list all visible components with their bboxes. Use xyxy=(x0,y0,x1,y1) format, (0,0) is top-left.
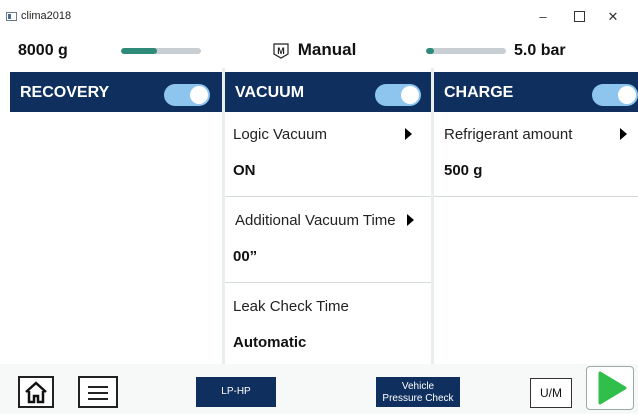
leak-check-time-label: Leak Check Time xyxy=(233,298,349,315)
window-title: clima2018 xyxy=(21,10,72,22)
close-button[interactable]: ✕ xyxy=(600,6,626,28)
vacuum-title: VACUUM xyxy=(235,84,305,101)
home-button[interactable] xyxy=(18,376,54,408)
arrow-right-icon xyxy=(405,128,412,140)
vacuum-header: VACUUM xyxy=(225,72,431,112)
vacuum-toggle[interactable] xyxy=(375,84,421,106)
svg-text:M: M xyxy=(277,46,285,56)
lp-hp-button[interactable]: LP-HP xyxy=(196,377,276,407)
arrow-right-icon xyxy=(620,128,627,140)
logic-vacuum-value: ON xyxy=(233,162,256,179)
manifold-m-icon: M xyxy=(273,42,289,59)
recovery-header: RECOVERY xyxy=(10,72,222,112)
charge-title: CHARGE xyxy=(444,84,514,101)
leak-check-time-item[interactable]: Leak Check Time Automatic xyxy=(225,284,431,364)
additional-vacuum-time-label: Additional Vacuum Time xyxy=(235,212,396,229)
pressure-level-fill xyxy=(426,48,434,54)
refrigerant-amount-value: 500 g xyxy=(444,162,483,179)
maximize-icon xyxy=(573,11,585,23)
logic-vacuum-item[interactable]: Logic Vacuum ON xyxy=(225,112,431,196)
app-window-icon xyxy=(6,12,17,21)
refrigerant-amount-item[interactable]: Refrigerant amount 500 g xyxy=(434,112,638,196)
minimize-button[interactable]: – xyxy=(530,6,556,28)
toggle-knob xyxy=(618,86,636,104)
hamburger-icon xyxy=(88,386,108,404)
leak-check-time-value: Automatic xyxy=(233,334,307,351)
recovery-panel: RECOVERY xyxy=(10,68,222,364)
window-titlebar: clima2018 – ✕ xyxy=(0,0,638,30)
maximize-button[interactable] xyxy=(566,6,592,28)
divider xyxy=(225,196,431,197)
additional-vacuum-time-item[interactable]: Additional Vacuum Time 00” xyxy=(225,198,431,282)
home-icon xyxy=(25,381,47,404)
toggle-knob xyxy=(190,86,208,104)
mode-label: Manual xyxy=(297,40,357,59)
vacuum-panel: VACUUM Logic Vacuum ON Additional Vacuum… xyxy=(225,68,431,364)
menu-button[interactable] xyxy=(78,376,118,408)
logic-vacuum-label: Logic Vacuum xyxy=(233,126,327,143)
start-button[interactable] xyxy=(586,366,634,410)
pressure-level-bar xyxy=(426,48,506,54)
divider xyxy=(225,282,431,283)
refrigerant-amount-label: Refrigerant amount xyxy=(444,126,573,143)
divider xyxy=(434,196,638,197)
vehicle-pressure-check-line1: Vehicle xyxy=(401,381,435,392)
status-bar: 8000 g M Manual 5.0 bar xyxy=(0,30,638,68)
additional-vacuum-time-value: 00” xyxy=(233,248,258,265)
units-button[interactable]: U/M xyxy=(530,378,572,408)
weight-level-fill xyxy=(121,48,157,54)
arrow-right-icon xyxy=(407,214,414,226)
recovery-title: RECOVERY xyxy=(20,84,110,101)
bottom-toolbar: LP-HP Vehicle Pressure Check U/M xyxy=(0,364,638,414)
play-icon xyxy=(598,371,627,405)
vehicle-pressure-check-button[interactable]: Vehicle Pressure Check xyxy=(376,377,460,407)
charge-header: CHARGE xyxy=(434,72,638,112)
weight-level-bar xyxy=(121,48,201,54)
vehicle-pressure-check-line2: Pressure Check xyxy=(382,393,454,404)
charge-panel: CHARGE Refrigerant amount 500 g xyxy=(434,68,638,364)
operation-panels: RECOVERY VACUUM Logic Vacuum ON Addition… xyxy=(10,68,638,364)
pressure-readout: 5.0 bar xyxy=(514,42,566,59)
toggle-knob xyxy=(401,86,419,104)
recovery-toggle[interactable] xyxy=(164,84,210,106)
tank-weight: 8000 g xyxy=(18,42,68,59)
charge-toggle[interactable] xyxy=(592,84,638,106)
mode-indicator: M Manual xyxy=(271,40,356,60)
